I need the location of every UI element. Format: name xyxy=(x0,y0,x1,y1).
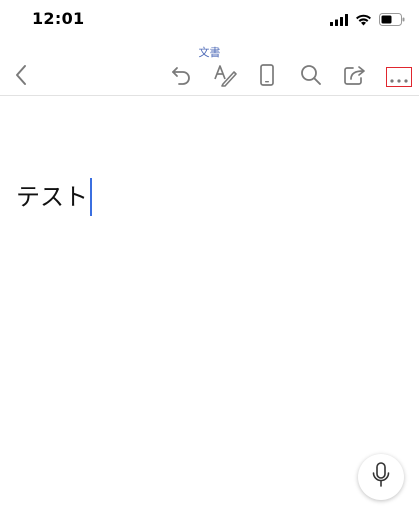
format-icon xyxy=(213,63,237,91)
more-options-button[interactable] xyxy=(386,67,412,87)
status-bar: 12:01 xyxy=(0,0,419,38)
status-icons xyxy=(330,11,405,30)
battery-icon xyxy=(379,11,405,30)
status-time: 12:01 xyxy=(32,9,85,28)
document-title: 文書 xyxy=(198,46,221,59)
search-icon xyxy=(300,64,322,90)
app-screen: 12:01 文書 テスト xyxy=(0,0,419,512)
document-text[interactable]: テスト xyxy=(16,179,88,215)
undo-button[interactable] xyxy=(166,62,196,92)
cellular-signal-icon xyxy=(330,11,348,30)
top-toolbar xyxy=(0,60,419,94)
format-button[interactable] xyxy=(210,62,240,92)
mobile-view-icon xyxy=(259,63,275,91)
share-button[interactable] xyxy=(340,62,370,92)
microphone-icon xyxy=(371,462,391,492)
back-button[interactable] xyxy=(6,62,36,92)
search-button[interactable] xyxy=(296,62,326,92)
toolbar-divider xyxy=(0,95,419,96)
text-cursor xyxy=(90,178,92,216)
dictate-button[interactable] xyxy=(358,454,404,500)
undo-icon xyxy=(170,64,192,90)
more-icon xyxy=(390,68,408,87)
document-body[interactable]: テスト xyxy=(16,178,92,216)
wifi-icon xyxy=(355,11,372,30)
back-icon xyxy=(14,64,28,90)
share-icon xyxy=(343,64,367,90)
mobile-view-button[interactable] xyxy=(252,62,282,92)
